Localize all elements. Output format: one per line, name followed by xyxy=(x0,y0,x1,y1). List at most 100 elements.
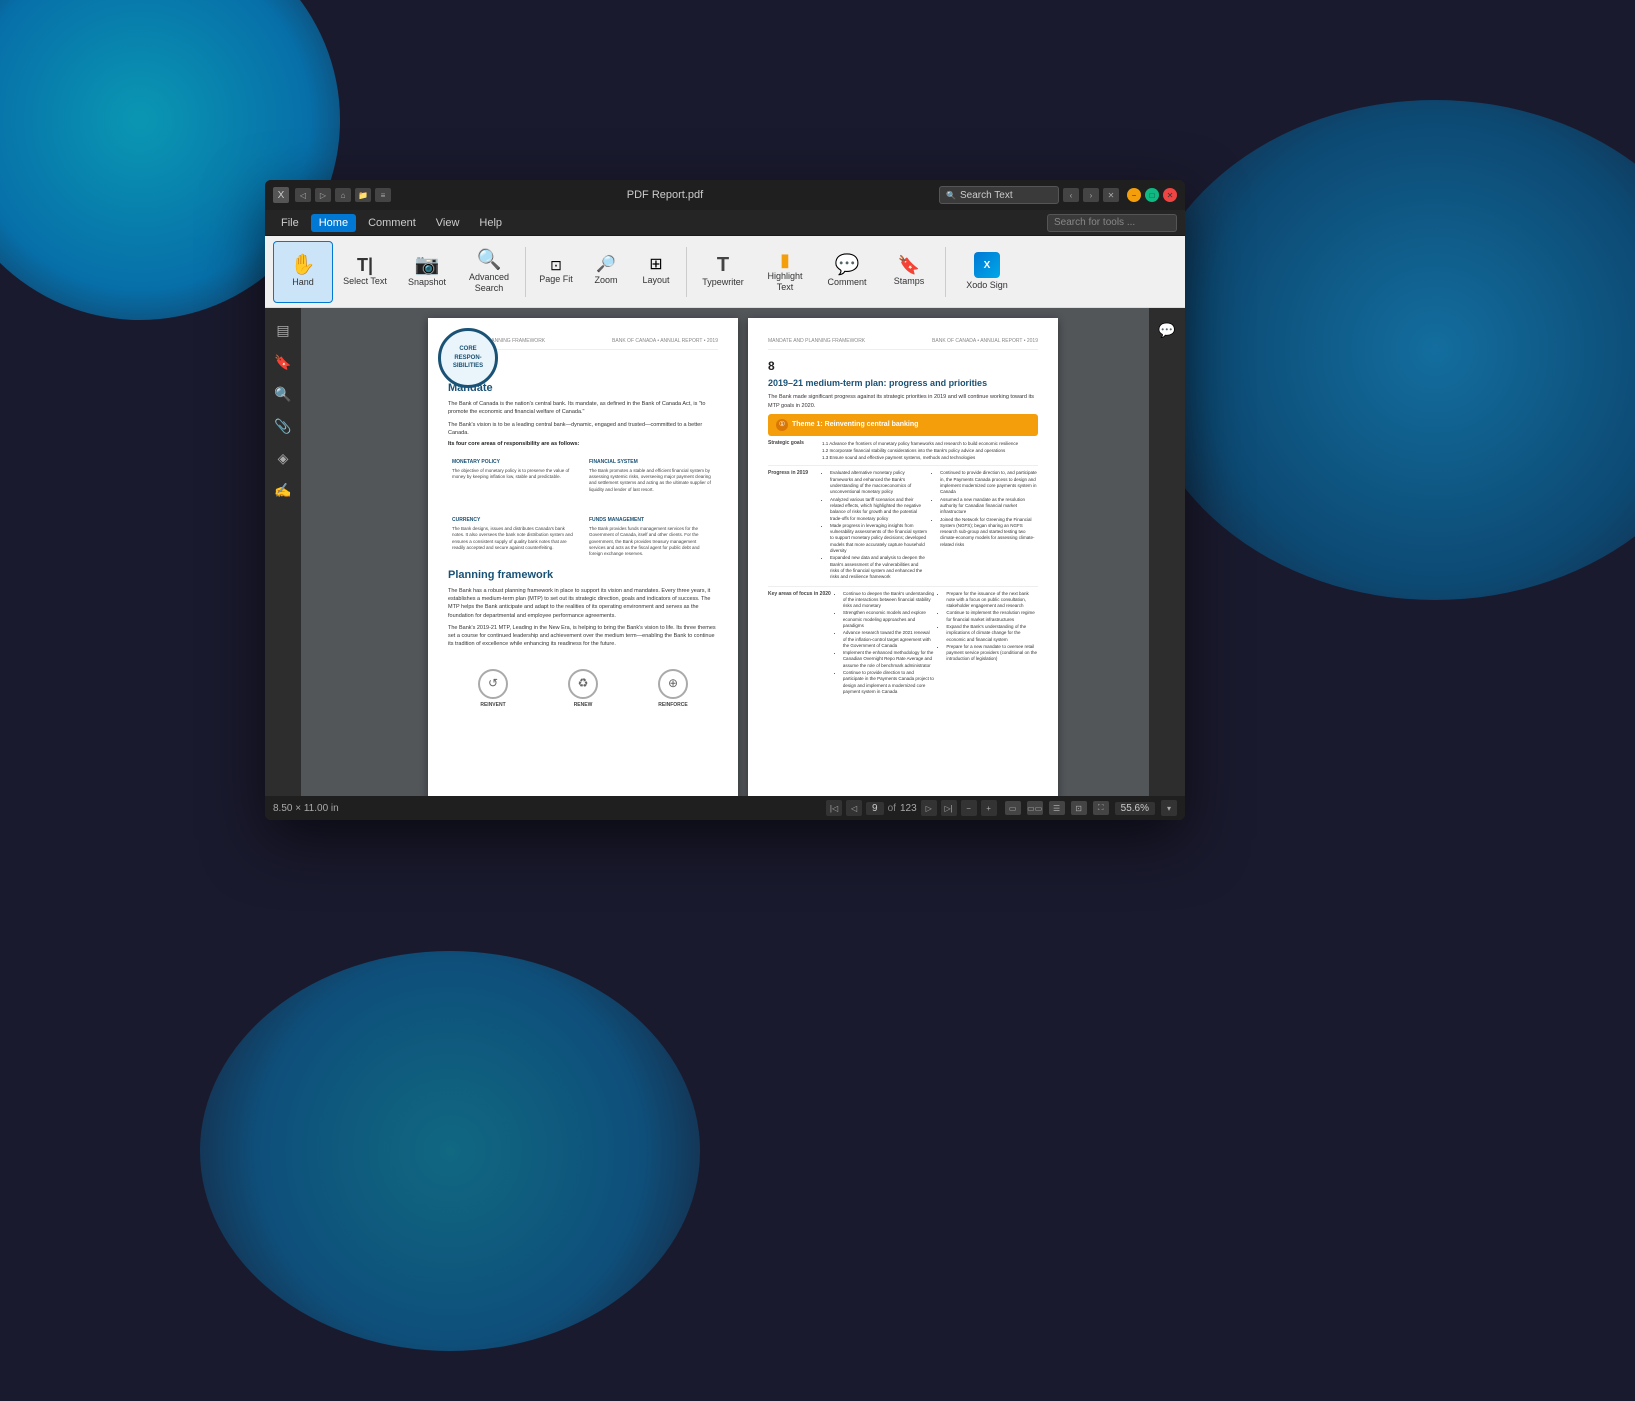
tool-zoom[interactable]: 🔎 Zoom xyxy=(582,241,630,303)
hand-label: Hand xyxy=(292,277,314,288)
zoom-dropdown-btn[interactable]: ▾ xyxy=(1161,800,1177,816)
last-page-btn[interactable]: ▷| xyxy=(941,800,957,816)
page-right-num: 8 xyxy=(768,358,1038,375)
focus-item-5: Continue to provide direction to and par… xyxy=(843,670,935,695)
page-right-header-text: MANDATE AND PLANNING FRAMEWORK xyxy=(768,338,865,345)
main-content: ▤ 🔖 🔍 📎 ◈ ✍ MANDATE AND PLANNING FRAMEWO… xyxy=(265,308,1185,796)
window-title: PDF Report.pdf xyxy=(391,189,939,201)
prev-match-btn[interactable]: ‹ xyxy=(1063,188,1079,202)
title-back-btn[interactable]: ◁ xyxy=(295,188,311,202)
sidebar-layers[interactable]: ◈ xyxy=(269,444,297,472)
sidebar-attachments[interactable]: 📎 xyxy=(269,412,297,440)
menu-search-placeholder: Search for tools ... xyxy=(1054,217,1135,228)
view-fullscreen-btn[interactable]: ⛶ xyxy=(1093,801,1109,815)
title-search-area: Search Text ‹ › ✕ xyxy=(939,186,1119,204)
menu-help[interactable]: Help xyxy=(471,214,510,232)
sidebar-search[interactable]: 🔍 xyxy=(269,380,297,408)
menu-home[interactable]: Home xyxy=(311,214,356,232)
view-double-btn[interactable]: ▭▭ xyxy=(1027,801,1043,815)
tool-hand[interactable]: ✋ Hand xyxy=(273,241,333,303)
tool-layout[interactable]: ⊞ Layout xyxy=(632,241,680,303)
xodo-logo: X xyxy=(974,252,1000,278)
table-row-focus: Key areas of focus in 2020 Continue to d… xyxy=(768,591,1038,697)
close-search-btn[interactable]: ✕ xyxy=(1103,188,1119,202)
toolbar: ✋ Hand T| Select Text 📷 Snapshot 🔍 Advan… xyxy=(265,236,1185,308)
zoom-out-btn[interactable]: − xyxy=(961,800,977,816)
progress-item-3: Made progress in leveraging insights fro… xyxy=(830,523,928,554)
core-area-monetary: MONETARY POLICY The objective of monetar… xyxy=(448,455,581,497)
prev-page-btn[interactable]: ◁ xyxy=(846,800,862,816)
tool-snapshot[interactable]: 📷 Snapshot xyxy=(397,241,457,303)
sidebar-bookmarks[interactable]: 🔖 xyxy=(269,348,297,376)
page-right-sub-header: BANK OF CANADA • ANNUAL REPORT • 2019 xyxy=(932,338,1038,345)
tool-page-fit[interactable]: ⊡ Page Fit xyxy=(532,241,580,303)
right-panel: 💬 xyxy=(1149,308,1185,796)
progress-item-7: Joined the Network for Greening the Fina… xyxy=(940,517,1038,548)
view-scroll-btn[interactable]: ☰ xyxy=(1049,801,1065,815)
mandate-four-areas: Its four core areas of responsibility ar… xyxy=(448,441,718,449)
left-sidebar: ▤ 🔖 🔍 📎 ◈ ✍ xyxy=(265,308,301,796)
background-blob-3 xyxy=(200,951,700,1351)
tool-xodo-sign[interactable]: X Xodo Sign xyxy=(952,241,1022,303)
menu-file[interactable]: File xyxy=(273,214,307,232)
theme-title: Theme 1: Reinventing central banking xyxy=(792,420,918,430)
tool-advanced-search[interactable]: 🔍 Advanced Search xyxy=(459,241,519,303)
toolbar-divider-1 xyxy=(525,247,526,297)
chat-icon[interactable]: 💬 xyxy=(1153,316,1181,344)
minimize-button[interactable]: − xyxy=(1127,188,1141,202)
core-area-financial: FINANCIAL SYSTEM The Bank promotes a sta… xyxy=(585,455,718,497)
title-search-input[interactable]: Search Text xyxy=(939,186,1059,204)
tool-stamps[interactable]: 🔖 Stamps xyxy=(879,241,939,303)
menu-view[interactable]: View xyxy=(428,214,468,232)
focus-item-6: Prepare for the issuance of the next ban… xyxy=(946,591,1038,610)
progress-content: Evaluated alternative monetary policy fr… xyxy=(822,470,1038,581)
mandate-title: Mandate xyxy=(448,381,718,396)
mandate-intro: The Bank of Canada is the nation's centr… xyxy=(448,400,718,417)
menu-comment[interactable]: Comment xyxy=(360,214,424,232)
view-fit-btn[interactable]: ⊡ xyxy=(1071,801,1087,815)
menu-search-tools[interactable]: Search for tools ... xyxy=(1047,214,1177,232)
toolbar-divider-2 xyxy=(686,247,687,297)
status-bar: 8.50 × 11.00 in |◁ ◁ 9 of 123 ▷ ▷| − + ▭… xyxy=(265,796,1185,820)
sidebar-signatures[interactable]: ✍ xyxy=(269,476,297,504)
zoom-in-btn[interactable]: + xyxy=(981,800,997,816)
progress-item-5: Continued to provide direction to, and p… xyxy=(940,470,1038,495)
view-single-btn[interactable]: ▭ xyxy=(1005,801,1021,815)
title-folder-btn[interactable]: 📁 xyxy=(355,188,371,202)
renew-label: RENEW xyxy=(574,702,593,709)
focus-label: Key areas of focus in 2020 xyxy=(768,591,831,598)
zoom-level[interactable]: 55.6% xyxy=(1115,802,1155,815)
core-financial-title: FINANCIAL SYSTEM xyxy=(589,459,714,466)
status-right: ▭ ▭▭ ☰ ⊡ ⛶ 55.6% ▾ xyxy=(1005,800,1177,816)
close-button[interactable]: ✕ xyxy=(1163,188,1177,202)
maximize-button[interactable]: □ xyxy=(1145,188,1159,202)
sidebar-thumbnails[interactable]: ▤ xyxy=(269,316,297,344)
highlight-text-label: Highlight Text xyxy=(759,271,811,293)
window-controls: − □ ✕ xyxy=(1127,188,1177,202)
title-forward-btn[interactable]: ▷ xyxy=(315,188,331,202)
next-page-btn[interactable]: ▷ xyxy=(921,800,937,816)
snapshot-icon: 📷 xyxy=(415,255,440,275)
tool-typewriter[interactable]: T Typewriter xyxy=(693,241,753,303)
tool-highlight-text[interactable]: ▮ Highlight Text xyxy=(755,241,815,303)
focus-item-4: Implement the enhanced methodology for t… xyxy=(843,650,935,669)
planning-title: Planning framework xyxy=(448,568,718,583)
renew-circle: ♻ xyxy=(568,669,598,699)
focus-content: Continue to deepen the Bank's understand… xyxy=(835,591,1038,697)
title-home-btn[interactable]: ⌂ xyxy=(335,188,351,202)
status-dimensions: 8.50 × 11.00 in xyxy=(273,803,818,814)
tool-comment[interactable]: 💬 Comment xyxy=(817,241,877,303)
title-menu-btn[interactable]: ≡ xyxy=(375,188,391,202)
search-text-label: Search Text xyxy=(960,190,1013,201)
core-area-currency: CURRENCY The Bank designs, issues and di… xyxy=(448,513,581,561)
snapshot-label: Snapshot xyxy=(408,277,446,288)
page-fit-label: Page Fit xyxy=(539,274,573,285)
title-bar-left: X ◁ ▷ ⌂ 📁 ≡ xyxy=(273,187,391,203)
current-page[interactable]: 9 xyxy=(866,802,884,815)
tool-select-text[interactable]: T| Select Text xyxy=(335,241,395,303)
next-match-btn[interactable]: › xyxy=(1083,188,1099,202)
zoom-icon: 🔎 xyxy=(596,257,616,273)
reinvent-label: REINVENT xyxy=(480,702,505,709)
first-page-btn[interactable]: |◁ xyxy=(826,800,842,816)
reinvent-icon: ↺ REINVENT xyxy=(478,669,508,709)
